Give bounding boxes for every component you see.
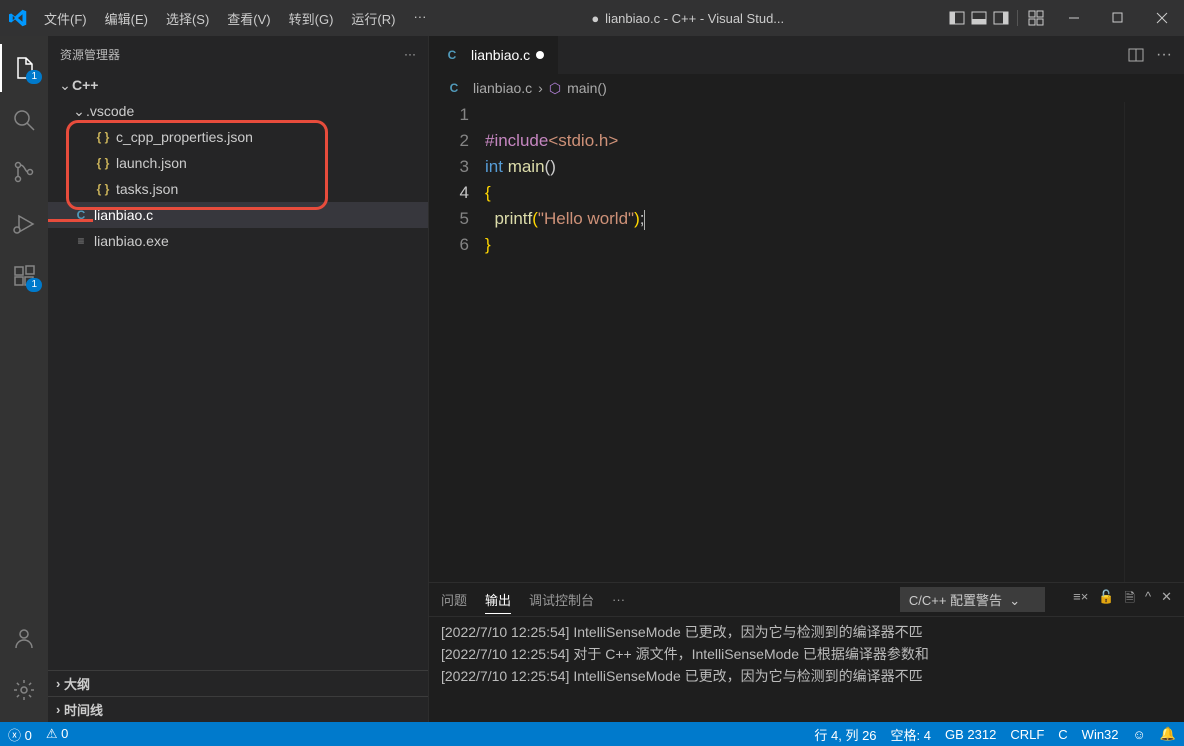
minimize-button[interactable]: [1052, 0, 1096, 36]
chevron-right-icon: ›: [538, 80, 543, 96]
code-editor[interactable]: 123 456 #include<stdio.h> int main() { p…: [429, 102, 1184, 582]
folder-vscode[interactable]: ⌄.vscode: [48, 98, 428, 124]
minimap[interactable]: [1124, 102, 1184, 582]
panel-problems[interactable]: 问题: [441, 586, 467, 613]
status-encoding[interactable]: GB 2312: [945, 727, 996, 742]
json-icon: { }: [94, 156, 112, 170]
sidebar-header: 资源管理器 ···: [48, 36, 428, 72]
file-ccpp[interactable]: { }c_cpp_properties.json: [48, 124, 428, 150]
c-file-icon: C: [443, 48, 461, 62]
outline-section[interactable]: › 大纲: [48, 670, 428, 696]
tab-lianbiao[interactable]: C lianbiao.c: [429, 36, 559, 74]
editor-area: C lianbiao.c ··· C lianbiao.c › ⬡ main()…: [428, 36, 1184, 722]
activity-search[interactable]: [0, 96, 48, 144]
panel-debug[interactable]: 调试控制台: [529, 586, 594, 613]
split-editor-icon[interactable]: [1128, 47, 1144, 63]
sidebar-title: 资源管理器: [60, 46, 120, 63]
dirty-dot-icon: ●: [591, 11, 599, 26]
folder-root[interactable]: ⌄C++: [48, 72, 428, 98]
symbol-icon: ⬡: [549, 80, 561, 97]
layout-right-icon[interactable]: [993, 10, 1009, 26]
output-line: [2022/7/10 12:25:54] 对于 C++ 源文件，IntelliS…: [441, 643, 1172, 665]
breadcrumb-file[interactable]: lianbiao.c: [473, 80, 532, 96]
tab-more-icon[interactable]: ···: [1156, 46, 1172, 64]
vscode-logo-icon: [0, 9, 36, 27]
file-lianbiao-exe[interactable]: ≡lianbiao.exe: [48, 228, 428, 254]
activity-explorer[interactable]: 1: [0, 44, 48, 92]
breadcrumb[interactable]: C lianbiao.c › ⬡ main(): [429, 74, 1184, 102]
status-spaces[interactable]: 空格: 4: [891, 725, 931, 744]
extensions-badge: 1: [26, 278, 42, 292]
output-channel-select[interactable]: C/C++ 配置警告 ⌄: [900, 587, 1045, 612]
file-lianbiao-c[interactable]: Clianbiao.c: [48, 202, 428, 228]
status-position[interactable]: 行 4, 列 26: [814, 725, 876, 744]
status-eol[interactable]: CRLF: [1010, 727, 1044, 742]
menu-run[interactable]: 运行(R): [343, 5, 403, 32]
c-file-icon: C: [72, 208, 90, 222]
menu-view[interactable]: 查看(V): [219, 5, 278, 32]
status-errors[interactable]: ⓧ 0: [8, 725, 32, 744]
customize-layout-icon[interactable]: [1028, 10, 1044, 26]
menu-edit[interactable]: 编辑(E): [97, 5, 156, 32]
output-content[interactable]: [2022/7/10 12:25:54] IntelliSenseMode 已更…: [429, 617, 1184, 722]
sidebar: 资源管理器 ··· ⌄C++ ⌄.vscode { }c_cpp_propert…: [48, 36, 428, 722]
maximize-button[interactable]: [1096, 0, 1140, 36]
open-log-icon[interactable]: 🗎: [1125, 589, 1135, 611]
line-gutter: 123 456: [429, 102, 485, 582]
tab-label: lianbiao.c: [471, 47, 530, 63]
status-warnings[interactable]: ⚠ 0: [46, 726, 69, 742]
status-bell-icon[interactable]: 🔔: [1160, 726, 1176, 742]
json-icon: { }: [94, 130, 112, 144]
panel-tabs: 问题 输出 调试控制台 ··· C/C++ 配置警告 ⌄ ≡× 🔓 🗎 ^ ✕: [429, 583, 1184, 617]
code-content[interactable]: #include<stdio.h> int main() { printf("H…: [485, 102, 1124, 582]
file-tasks[interactable]: { }tasks.json: [48, 176, 428, 202]
exe-file-icon: ≡: [72, 234, 90, 248]
menu-more[interactable]: ···: [405, 5, 434, 32]
activity-scm[interactable]: [0, 148, 48, 196]
editor-tabs: C lianbiao.c ···: [429, 36, 1184, 74]
status-target[interactable]: Win32: [1082, 727, 1119, 742]
activity-account[interactable]: [0, 614, 48, 662]
activity-extensions[interactable]: 1: [0, 252, 48, 300]
panel-more[interactable]: ···: [612, 588, 625, 611]
timeline-section[interactable]: › 时间线: [48, 696, 428, 722]
menu-bar: 文件(F) 编辑(E) 选择(S) 查看(V) 转到(G) 运行(R) ···: [36, 5, 434, 32]
output-line: [2022/7/10 12:25:54] IntelliSenseMode 已更…: [441, 621, 1172, 643]
panel-maximize-icon[interactable]: ^: [1145, 589, 1151, 611]
status-language[interactable]: C: [1058, 727, 1067, 742]
c-file-icon: C: [445, 81, 463, 95]
text-cursor: [644, 210, 645, 230]
activity-bar: 1 1: [0, 36, 48, 722]
lock-icon[interactable]: 🔓: [1098, 589, 1114, 611]
status-feedback-icon[interactable]: ☺: [1133, 727, 1146, 742]
file-launch[interactable]: { }launch.json: [48, 150, 428, 176]
activity-settings[interactable]: [0, 666, 48, 714]
panel-output[interactable]: 输出: [485, 586, 511, 614]
status-bar: ⓧ 0 ⚠ 0 行 4, 列 26 空格: 4 GB 2312 CRLF C W…: [0, 722, 1184, 746]
panel-close-icon[interactable]: ✕: [1161, 589, 1172, 611]
menu-select[interactable]: 选择(S): [158, 5, 217, 32]
window-title: ● lianbiao.c - C++ - Visual Stud...: [434, 11, 941, 26]
dirty-indicator-icon: [536, 51, 544, 59]
layout-left-icon[interactable]: [949, 10, 965, 26]
output-line: [2022/7/10 12:25:54] IntelliSenseMode 已更…: [441, 665, 1172, 687]
breadcrumb-symbol[interactable]: main(): [567, 80, 607, 96]
menu-goto[interactable]: 转到(G): [281, 5, 342, 32]
close-button[interactable]: [1140, 0, 1184, 36]
file-tree: ⌄C++ ⌄.vscode { }c_cpp_properties.json {…: [48, 72, 428, 670]
bottom-panel: 问题 输出 调试控制台 ··· C/C++ 配置警告 ⌄ ≡× 🔓 🗎 ^ ✕ …: [429, 582, 1184, 722]
json-icon: { }: [94, 182, 112, 196]
explorer-badge: 1: [26, 70, 42, 84]
title-text: lianbiao.c - C++ - Visual Stud...: [605, 11, 784, 26]
sidebar-more-icon[interactable]: ···: [404, 47, 416, 61]
filter-icon[interactable]: ≡×: [1073, 589, 1088, 611]
title-actions: [941, 10, 1052, 26]
layout-bottom-icon[interactable]: [971, 10, 987, 26]
menu-file[interactable]: 文件(F): [36, 5, 95, 32]
activity-debug[interactable]: [0, 200, 48, 248]
title-bar: 文件(F) 编辑(E) 选择(S) 查看(V) 转到(G) 运行(R) ··· …: [0, 0, 1184, 36]
